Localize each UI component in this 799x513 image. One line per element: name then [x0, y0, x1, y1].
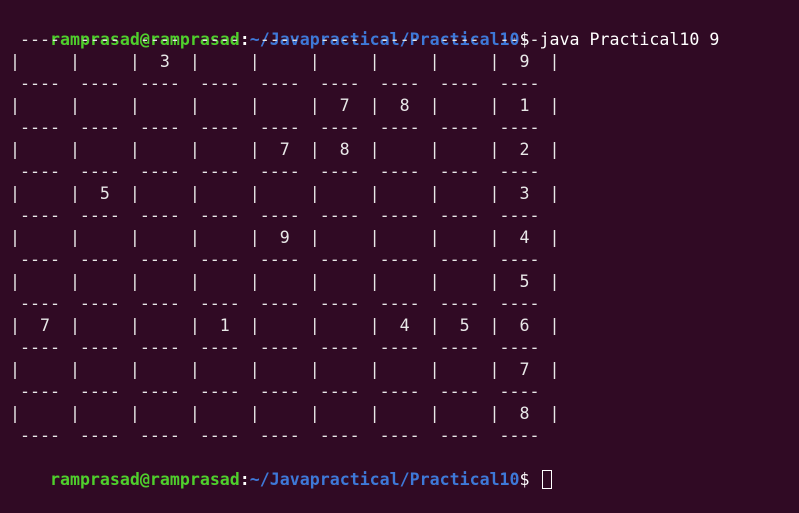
executed-command: java Practical10 9	[539, 30, 720, 49]
command-line: ramprasad@ramprasad:~/Javapractical/Prac…	[10, 7, 799, 49]
active-prompt-line[interactable]: ramprasad@ramprasad:~/Javapractical/Prac…	[10, 447, 799, 489]
grid-row: | | | | | | 7 | 8 | | 1 |	[10, 96, 560, 115]
grid-row: | | | | | | | | | 8 |	[10, 404, 560, 423]
grid-border-line: ---- ---- ---- ---- ---- ---- ---- ---- …	[10, 250, 540, 269]
grid-border-line: ---- ---- ---- ---- ---- ---- ---- ---- …	[10, 426, 540, 445]
grid-border-line: ---- ---- ---- ---- ---- ---- ---- ---- …	[10, 162, 540, 181]
grid-row: | | 5 | | | | | | | 3 |	[10, 184, 560, 203]
grid-row: | | | | | | | | | 7 |	[10, 360, 560, 379]
grid-row: | | | | | 9 | | | | 4 |	[10, 228, 560, 247]
grid-row: | | | | | 7 | 8 | | | 2 |	[10, 140, 560, 159]
grid-border-line: ---- ---- ---- ---- ---- ---- ---- ---- …	[10, 206, 540, 225]
terminal-window[interactable]: ramprasad@ramprasad:~/Javapractical/Prac…	[10, 7, 799, 489]
grid-row: | | | | | | | | | 5 |	[10, 272, 560, 291]
grid-border-line: ---- ---- ---- ---- ---- ---- ---- ---- …	[10, 74, 540, 93]
grid-border-line: ---- ---- ---- ---- ---- ---- ---- ---- …	[10, 382, 540, 401]
grid-row: | 7 | | | 1 | | | 4 | 5 | 6 |	[10, 316, 560, 335]
grid-border-line: ---- ---- ---- ---- ---- ---- ---- ---- …	[10, 118, 540, 137]
grid-border-line: ---- ---- ---- ---- ---- ---- ---- ---- …	[10, 294, 540, 313]
grid-row: | | | 3 | | | | | | 9 |	[10, 52, 560, 71]
program-output-grid: ---- ---- ---- ---- ---- ---- ---- ---- …	[10, 29, 799, 447]
grid-border-line: ---- ---- ---- ---- ---- ---- ---- ---- …	[10, 338, 540, 357]
